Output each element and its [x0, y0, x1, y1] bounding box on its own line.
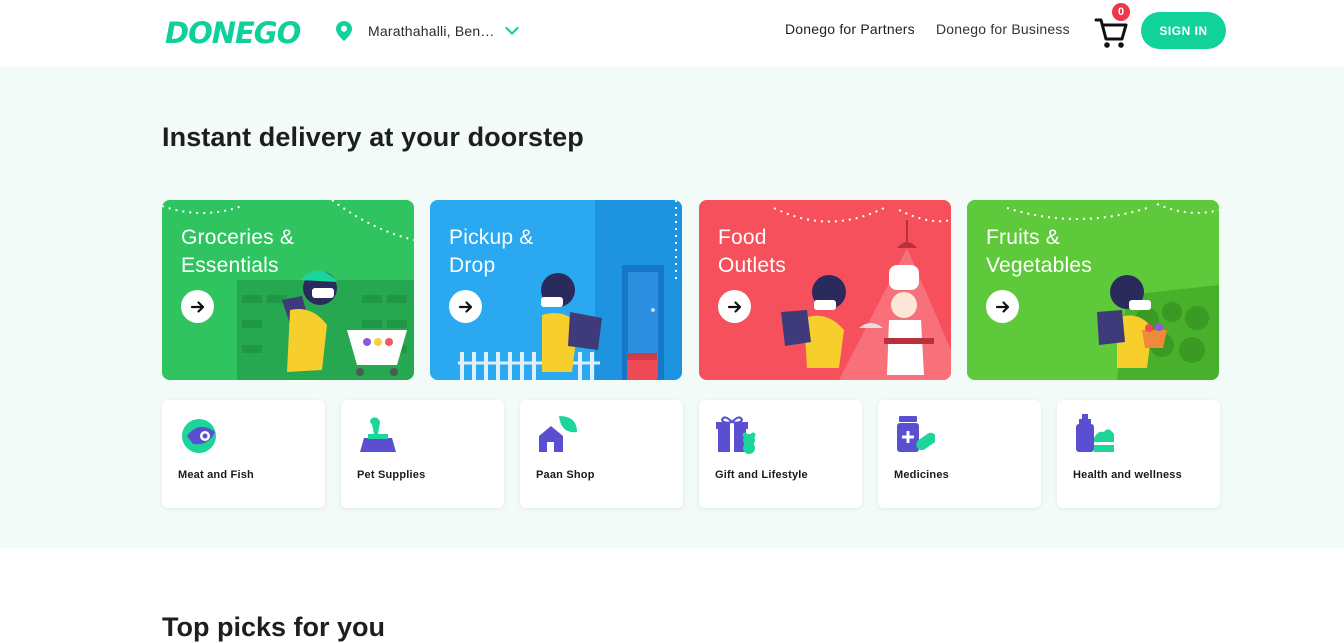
health-wellness-icon	[1076, 414, 1114, 452]
donego-for-partners-link[interactable]: Donego for Partners	[785, 21, 915, 37]
donego-for-business-link[interactable]: Donego for Business	[936, 21, 1070, 37]
pet-supplies-icon	[360, 417, 396, 452]
location-text: Marathahalli, Ben…	[368, 23, 495, 39]
top-header: DONEGO Marathahalli, Ben… Donego for Par…	[0, 0, 1344, 67]
category-label: Gift and Lifestyle	[715, 469, 808, 481]
category-label: Medicines	[894, 469, 949, 481]
section-title: Top picks for you	[162, 612, 386, 642]
category-pet-supplies[interactable]: Pet Supplies	[341, 400, 504, 508]
medicines-icon	[897, 416, 935, 452]
fruits-vegetables-card[interactable]: Fruits & Vegetables	[967, 200, 1219, 380]
sign-in-button[interactable]: SIGN IN	[1141, 12, 1226, 49]
location-selector[interactable]: Marathahalli, Ben…	[336, 19, 519, 43]
groceries-essentials-card[interactable]: Groceries & Essentials	[162, 200, 414, 380]
category-meat-fish[interactable]: Meat and Fish	[162, 400, 325, 508]
category-label: Meat and Fish	[178, 469, 254, 481]
card-title: Groceries & Essentials	[181, 226, 295, 277]
card-title: Food Outlets	[718, 226, 786, 277]
donego-logo[interactable]: DONEGO	[165, 16, 301, 50]
chevron-down-icon	[504, 26, 519, 35]
card-title: Fruits & Vegetables	[986, 226, 1092, 277]
category-paan-shop[interactable]: Paan Shop	[520, 400, 683, 508]
category-medicines[interactable]: Medicines	[878, 400, 1041, 508]
gift-icon	[716, 416, 756, 454]
category-label: Pet Supplies	[357, 469, 426, 481]
hero-title: Instant delivery at your doorstep	[162, 122, 584, 152]
arrow-right-icon[interactable]	[986, 290, 1019, 323]
paan-shop-icon	[539, 416, 577, 452]
location-pin-icon	[336, 21, 352, 41]
card-title: Pickup & Drop	[449, 226, 534, 277]
category-label: Paan Shop	[536, 469, 595, 481]
category-gift-lifestyle[interactable]: Gift and Lifestyle	[699, 400, 862, 508]
logo-text: DONEGO	[165, 16, 301, 50]
category-health-wellness[interactable]: Health and wellness	[1057, 400, 1220, 508]
arrow-right-icon[interactable]	[449, 290, 482, 323]
arrow-right-icon[interactable]	[718, 290, 751, 323]
category-label: Health and wellness	[1073, 469, 1182, 481]
meat-fish-icon	[182, 419, 216, 453]
cart-count-badge: 0	[1112, 3, 1130, 21]
arrow-right-icon[interactable]	[181, 290, 214, 323]
food-outlets-card[interactable]: Food Outlets	[699, 200, 951, 380]
pickup-drop-card[interactable]: Pickup & Drop	[430, 200, 682, 380]
